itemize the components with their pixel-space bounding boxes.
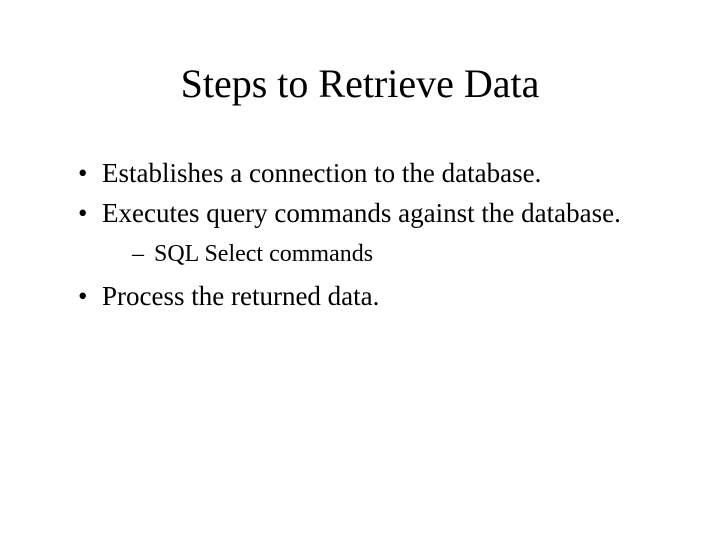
sub-bullet-item: SQL Select commands	[132, 238, 660, 270]
sub-bullet-text: SQL Select commands	[154, 241, 373, 267]
bullet-item: Executes query commands against the data…	[78, 195, 660, 270]
bullet-item: Process the returned data.	[78, 278, 660, 314]
bullet-text: Process the returned data.	[102, 281, 379, 311]
sub-bullet-list: SQL Select commands	[102, 238, 660, 270]
slide: Steps to Retrieve Data Establishes a con…	[0, 0, 720, 540]
bullet-item: Establishes a connection to the database…	[78, 155, 660, 191]
slide-title: Steps to Retrieve Data	[60, 60, 660, 107]
bullet-text: Establishes a connection to the database…	[102, 158, 541, 188]
bullet-text: Executes query commands against the data…	[102, 198, 621, 228]
bullet-list: Establishes a connection to the database…	[60, 155, 660, 315]
